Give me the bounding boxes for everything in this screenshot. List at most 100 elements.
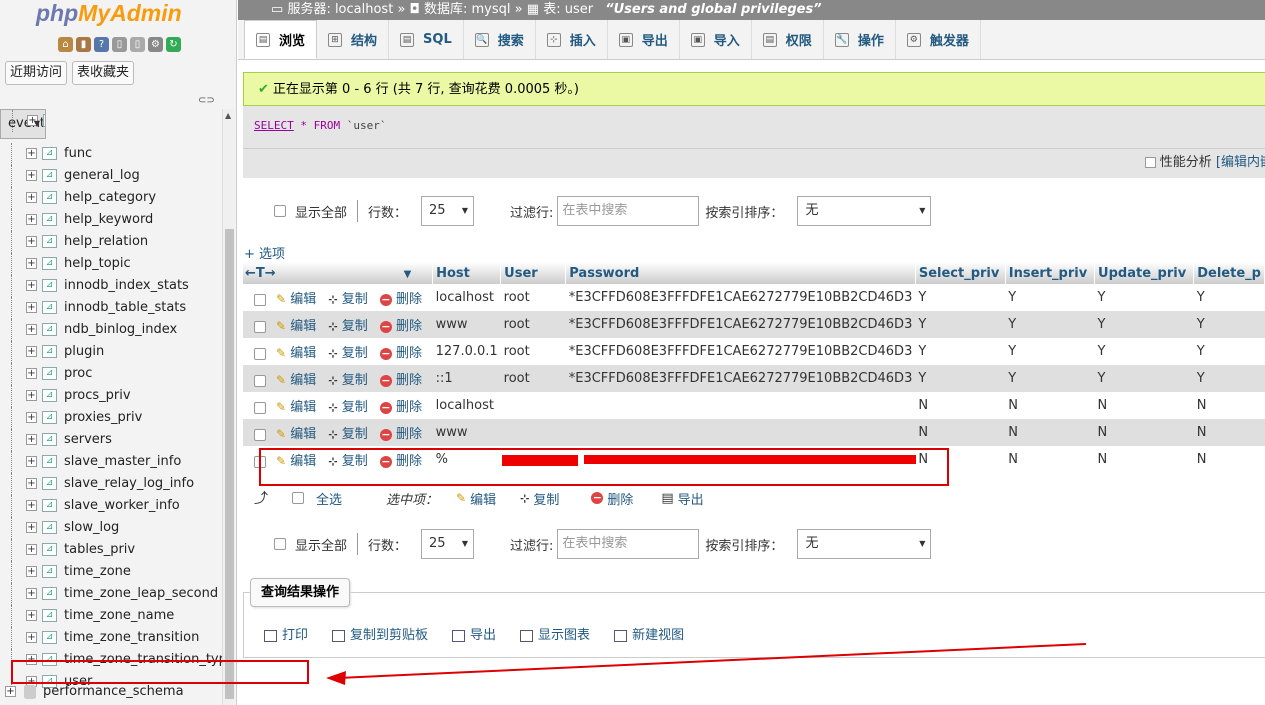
tree-item-label[interactable]: slave_worker_info bbox=[64, 498, 180, 513]
sql-select[interactable]: SELECT bbox=[254, 119, 294, 132]
tree-item-time_zone_leap_second[interactable]: + ⊿ time_zone_leap_second bbox=[0, 583, 222, 605]
tree-item-label[interactable]: time_zone_transition bbox=[64, 630, 199, 645]
tab-import[interactable]: ▣ 导入 bbox=[680, 20, 752, 59]
row-checkbox[interactable] bbox=[254, 347, 266, 360]
row-edit-button[interactable]: 编辑 bbox=[290, 346, 316, 361]
tree-item-help_category[interactable]: + ⊿ help_category bbox=[0, 187, 222, 209]
tree-item-time_zone[interactable]: + ⊿ time_zone bbox=[0, 561, 222, 583]
row-copy-button[interactable]: 复制 bbox=[342, 427, 368, 442]
tree-item-label[interactable]: general_log bbox=[64, 168, 140, 183]
bulk-edit-button[interactable]: 编辑 bbox=[470, 489, 496, 508]
row-checkbox[interactable] bbox=[254, 401, 266, 414]
expand-icon[interactable]: + bbox=[26, 236, 37, 247]
link-icon[interactable]: ⊂⊃ bbox=[198, 95, 215, 106]
row-delete-button[interactable]: 删除 bbox=[396, 346, 422, 361]
tree-item-time_zone_name[interactable]: + ⊿ time_zone_name bbox=[0, 605, 222, 627]
tree-item-tables_priv[interactable]: + ⊿ tables_priv bbox=[0, 539, 222, 561]
row-edit-button[interactable]: 编辑 bbox=[290, 373, 316, 388]
row-delete-button[interactable]: 删除 bbox=[396, 292, 422, 307]
row-checkbox[interactable] bbox=[254, 320, 266, 333]
select-all-link[interactable]: 全选 bbox=[316, 489, 342, 508]
options-link[interactable]: + 选项 bbox=[244, 243, 285, 262]
expand-icon[interactable]: + bbox=[26, 192, 37, 203]
expand-icon[interactable]: + bbox=[26, 280, 37, 291]
col-password[interactable]: Password bbox=[565, 262, 916, 284]
docs-icon[interactable]: ▯ bbox=[112, 37, 127, 52]
row-edit-button[interactable]: 编辑 bbox=[290, 292, 316, 307]
tree-item-event[interactable]: +⊿event bbox=[0, 109, 47, 139]
nav-scrollbar[interactable]: ▲ bbox=[222, 109, 235, 705]
expand-icon[interactable]: + bbox=[26, 368, 37, 379]
expand-icon[interactable]: + bbox=[26, 324, 37, 335]
row-delete-button[interactable]: 删除 bbox=[396, 373, 422, 388]
expand-icon[interactable]: + bbox=[26, 434, 37, 445]
row-checkbox[interactable] bbox=[254, 374, 266, 387]
tree-item-help_topic[interactable]: + ⊿ help_topic bbox=[0, 253, 222, 275]
db-performance-schema[interactable]: + performance_schema bbox=[0, 681, 222, 703]
tree-item-label[interactable]: time_zone_leap_second bbox=[64, 586, 218, 601]
edit-inline-link[interactable]: [编辑内嵌 bbox=[1216, 155, 1265, 170]
scroll-up-icon[interactable]: ▲ bbox=[225, 111, 231, 120]
show-all-checkbox[interactable] bbox=[274, 538, 286, 550]
tab-structure[interactable]: ⊞ 结构 bbox=[317, 20, 390, 59]
db-label[interactable]: performance_schema bbox=[43, 684, 184, 699]
help-icon[interactable]: ? bbox=[94, 37, 109, 52]
row-checkbox[interactable] bbox=[254, 293, 266, 306]
col-insert-priv[interactable]: Insert_priv bbox=[1005, 262, 1096, 284]
tree-item-label[interactable]: slave_relay_log_info bbox=[64, 476, 194, 491]
logout-icon[interactable]: ▮ bbox=[76, 37, 91, 52]
expand-icon[interactable]: + bbox=[26, 346, 37, 357]
tree-item-slow_log[interactable]: + ⊿ slow_log bbox=[0, 517, 222, 539]
tab-export[interactable]: ▣ 导出 bbox=[608, 20, 680, 59]
tree-item-label[interactable]: help_topic bbox=[64, 256, 131, 271]
expand-icon[interactable]: + bbox=[26, 522, 37, 533]
recent-button[interactable]: 近期访问 bbox=[5, 61, 68, 85]
bulk-export-button[interactable]: 导出 bbox=[678, 489, 704, 508]
show-all-checkbox[interactable] bbox=[274, 205, 286, 217]
tree-item-label[interactable]: innodb_index_stats bbox=[64, 278, 189, 293]
bulk-copy-button[interactable]: 复制 bbox=[533, 489, 559, 508]
tree-item-innodb_index_stats[interactable]: + ⊿ innodb_index_stats bbox=[0, 275, 222, 297]
tree-item-proc[interactable]: + ⊿ proc bbox=[0, 363, 222, 385]
tab-sql[interactable]: ▤ SQL bbox=[389, 20, 464, 59]
expand-icon[interactable]: + bbox=[26, 412, 37, 423]
tree-item-label[interactable]: innodb_table_stats bbox=[64, 300, 186, 315]
expand-icon[interactable]: + bbox=[26, 302, 37, 313]
tree-item-slave_master_info[interactable]: + ⊿ slave_master_info bbox=[0, 451, 222, 473]
row-copy-button[interactable]: 复制 bbox=[342, 400, 368, 415]
col-host[interactable]: Host bbox=[432, 262, 502, 284]
create-view-link[interactable]: 新建视图 bbox=[614, 624, 684, 643]
show-chart-link[interactable]: 显示图表 bbox=[520, 624, 590, 643]
tree-item-label[interactable]: plugin bbox=[64, 344, 104, 359]
tab-triggers[interactable]: ⚙ 触发器 bbox=[896, 20, 981, 59]
gear-icon[interactable]: ⚙ bbox=[148, 37, 163, 52]
column-arrows-icon[interactable]: ←T→ bbox=[245, 266, 276, 281]
expand-icon[interactable]: + bbox=[26, 390, 37, 401]
row-edit-button[interactable]: 编辑 bbox=[290, 400, 316, 415]
tab-browse[interactable]: ▤ 浏览 bbox=[244, 20, 318, 59]
tree-item-time_zone_transition[interactable]: + ⊿ time_zone_transition bbox=[0, 627, 222, 649]
expand-icon[interactable]: + bbox=[26, 544, 37, 555]
row-copy-button[interactable]: 复制 bbox=[342, 346, 368, 361]
tree-item-label[interactable]: servers bbox=[64, 432, 112, 447]
row-delete-button[interactable]: 删除 bbox=[396, 319, 422, 334]
sort-select[interactable]: 无 bbox=[797, 529, 932, 559]
profiling-checkbox[interactable] bbox=[1144, 157, 1156, 168]
tree-item-label[interactable]: time_zone bbox=[64, 564, 131, 579]
filter-input[interactable]: 在表中搜索 bbox=[557, 196, 700, 226]
rows-select[interactable]: 25 bbox=[421, 196, 475, 226]
tree-item-label[interactable]: slave_master_info bbox=[64, 454, 181, 469]
column-controls[interactable]: ←T→ ▼ bbox=[243, 262, 434, 284]
tree-item-slave_worker_info[interactable]: + ⊿ slave_worker_info bbox=[0, 495, 222, 517]
filter-input[interactable]: 在表中搜索 bbox=[557, 529, 700, 559]
tree-item-label[interactable]: help_category bbox=[64, 190, 156, 205]
copy-to-clipboard-link[interactable]: 复制到剪贴板 bbox=[332, 624, 428, 643]
col-update-priv[interactable]: Update_priv bbox=[1094, 262, 1195, 284]
tree-item-label[interactable]: func bbox=[64, 146, 92, 161]
tree-item-label[interactable]: time_zone_name bbox=[64, 608, 174, 623]
tree-item-label[interactable]: tables_priv bbox=[64, 542, 135, 557]
docs2-icon[interactable]: ▯ bbox=[130, 37, 145, 52]
bulk-delete-button[interactable]: 删除 bbox=[607, 489, 633, 508]
row-checkbox[interactable] bbox=[254, 428, 266, 441]
rows-select[interactable]: 25 bbox=[421, 529, 475, 559]
